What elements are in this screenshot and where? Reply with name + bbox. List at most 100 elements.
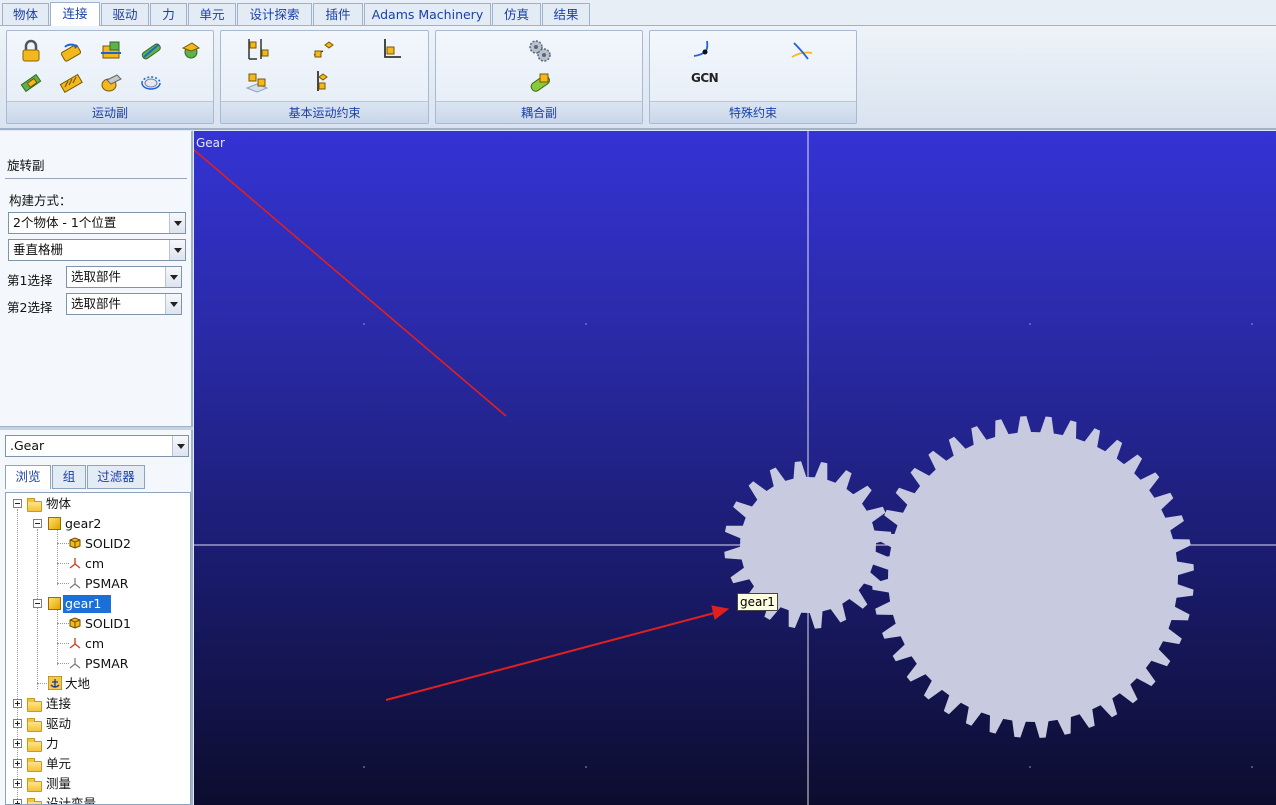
collapse-toggle[interactable]	[33, 519, 42, 528]
orientation-select[interactable]: 垂直格栅	[8, 239, 186, 261]
tab-forces[interactable]: 力	[150, 3, 187, 25]
fixed-joint-lock-icon[interactable]	[19, 39, 43, 63]
build-method-select[interactable]: 2个物体 - 1个位置	[8, 212, 186, 234]
annotation-arrows	[194, 148, 730, 701]
ribbon-group-couplers-label: 耦合副	[436, 101, 642, 123]
gear2-shape[interactable]	[872, 416, 1194, 738]
property-panel: 旋转副 构建方式： 2个物体 - 1个位置 垂直格栅 第1选择 选取部件 第2选…	[0, 131, 193, 426]
folder-icon	[27, 718, 42, 732]
translational-joint-icon[interactable]	[99, 39, 123, 63]
marker-icon	[69, 578, 81, 589]
solid-cube-icon	[69, 537, 81, 549]
build-method-value: 2个物体 - 1个位置	[13, 215, 117, 230]
panel-title: 旋转副	[7, 158, 45, 173]
solid-cube-icon	[69, 617, 81, 629]
tab-design-exploration[interactable]: 设计探索	[237, 3, 312, 25]
browser-tab-filters[interactable]: 过滤器	[87, 465, 145, 489]
main-tab-bar: 物体 连接 驱动 力 单元 设计探索 插件 Adams Machinery 仿真…	[0, 0, 1276, 26]
tree-node-elements[interactable]: 单元	[44, 755, 73, 773]
browser-tab-browse[interactable]: 浏览	[5, 465, 51, 489]
tree-node-measures[interactable]: 测量	[44, 775, 73, 793]
expand-toggle[interactable]	[13, 719, 22, 728]
tree-node-connections[interactable]: 连接	[44, 695, 73, 713]
tree-node-solid2[interactable]: SOLID2	[83, 535, 133, 553]
tree-node-gear1[interactable]: gear1	[63, 595, 112, 613]
model-viewport[interactable]: Gear gear1	[194, 131, 1276, 805]
expand-toggle[interactable]	[13, 799, 22, 804]
second-selection-value: 选取部件	[71, 296, 122, 311]
general-constraint-button[interactable]: GCN	[691, 71, 719, 85]
tab-motions[interactable]: 驱动	[101, 3, 149, 25]
spherical-joint-icon[interactable]	[179, 39, 203, 63]
gear-pair-icon[interactable]	[528, 39, 552, 63]
collapse-toggle[interactable]	[33, 599, 42, 608]
tree-node-forces[interactable]: 力	[44, 735, 61, 753]
expand-toggle[interactable]	[13, 779, 22, 788]
expand-toggle[interactable]	[13, 739, 22, 748]
tree-node-gear2[interactable]: gear2	[63, 515, 103, 533]
gear1-tooltip: gear1	[737, 593, 778, 611]
expand-toggle[interactable]	[13, 699, 22, 708]
coupler-icon[interactable]	[528, 71, 552, 95]
tab-bodies[interactable]: 物体	[2, 3, 49, 25]
annotation-arrow-to-gear1	[385, 611, 719, 701]
tab-simulation[interactable]: 仿真	[492, 3, 541, 25]
ribbon-group-joints: 运动副	[6, 30, 214, 124]
ribbon-group-primitives: 基本运动约束	[220, 30, 429, 124]
ribbon: 运动副 基本运动约束 耦合副 GCN 特殊约束	[0, 26, 1276, 130]
curve-curve-constraint-icon[interactable]	[790, 39, 814, 63]
marker-icon	[69, 658, 81, 669]
tree-node-motions[interactable]: 驱动	[44, 715, 73, 733]
marker-cm-icon	[69, 558, 81, 569]
expand-toggle[interactable]	[13, 759, 22, 768]
browser-tab-groups[interactable]: 组	[52, 465, 86, 489]
build-method-label: 构建方式：	[9, 193, 72, 208]
tree-node-ground[interactable]: 大地	[63, 675, 92, 693]
inplane-primitive-icon[interactable]	[311, 37, 335, 61]
tree-node-psmar[interactable]: PSMAR	[83, 575, 131, 593]
ribbon-group-joints-label: 运动副	[7, 101, 213, 123]
first-selection-select[interactable]: 选取部件	[66, 266, 182, 288]
chevron-down-icon[interactable]	[165, 294, 181, 314]
arrowhead	[711, 605, 730, 620]
chevron-down-icon[interactable]	[165, 267, 181, 287]
model-tree: 物体 gear2 SOLID2 cm PSMAR gear1 SOLID1 cm…	[5, 492, 191, 805]
cylindrical-joint-icon[interactable]	[139, 39, 163, 63]
chevron-down-icon[interactable]	[169, 240, 185, 260]
panel-divider	[5, 178, 187, 179]
tab-plugins[interactable]: 插件	[313, 3, 363, 25]
folder-icon	[27, 778, 42, 792]
orientation-primitive-icon[interactable]	[379, 37, 403, 61]
model-select-value: .Gear	[10, 438, 45, 453]
tab-connectors[interactable]: 连接	[50, 2, 100, 26]
universal-joint-icon[interactable]	[99, 71, 123, 95]
point-curve-constraint-icon[interactable]	[692, 39, 716, 63]
first-selection-label: 第1选择	[7, 273, 53, 288]
model-browser: .Gear 浏览 组 过滤器 物体 gear2 SOLID2 cm PSMAR	[0, 430, 193, 805]
tree-node-cm[interactable]: cm	[83, 555, 106, 573]
model-select[interactable]: .Gear	[5, 435, 189, 457]
parallel-axes-primitive-icon[interactable]	[245, 69, 269, 93]
part-icon	[48, 517, 61, 530]
part-icon	[48, 597, 61, 610]
tree-node-design-variables[interactable]: 设计变量	[44, 795, 98, 804]
tree-node-bodies[interactable]: 物体	[44, 495, 73, 513]
chevron-down-icon[interactable]	[172, 436, 188, 456]
tree-node-psmar[interactable]: PSMAR	[83, 655, 131, 673]
first-selection-value: 选取部件	[71, 269, 122, 284]
tab-elements[interactable]: 单元	[188, 3, 236, 25]
chevron-down-icon[interactable]	[169, 213, 185, 233]
tab-results[interactable]: 结果	[542, 3, 590, 25]
perpendicular-primitive-icon[interactable]	[311, 69, 335, 93]
tree-node-cm[interactable]: cm	[83, 635, 106, 653]
rack-pinion-joint-icon[interactable]	[139, 71, 163, 95]
planar-joint-icon[interactable]	[19, 71, 43, 95]
tree-node-solid1[interactable]: SOLID1	[83, 615, 133, 633]
screw-joint-icon[interactable]	[59, 71, 83, 95]
tab-adams-machinery[interactable]: Adams Machinery	[364, 3, 491, 25]
second-selection-select[interactable]: 选取部件	[66, 293, 182, 315]
inline-primitive-icon[interactable]	[245, 37, 269, 61]
revolute-joint-icon[interactable]	[59, 39, 83, 63]
folder-icon	[27, 758, 42, 772]
collapse-toggle[interactable]	[13, 499, 22, 508]
